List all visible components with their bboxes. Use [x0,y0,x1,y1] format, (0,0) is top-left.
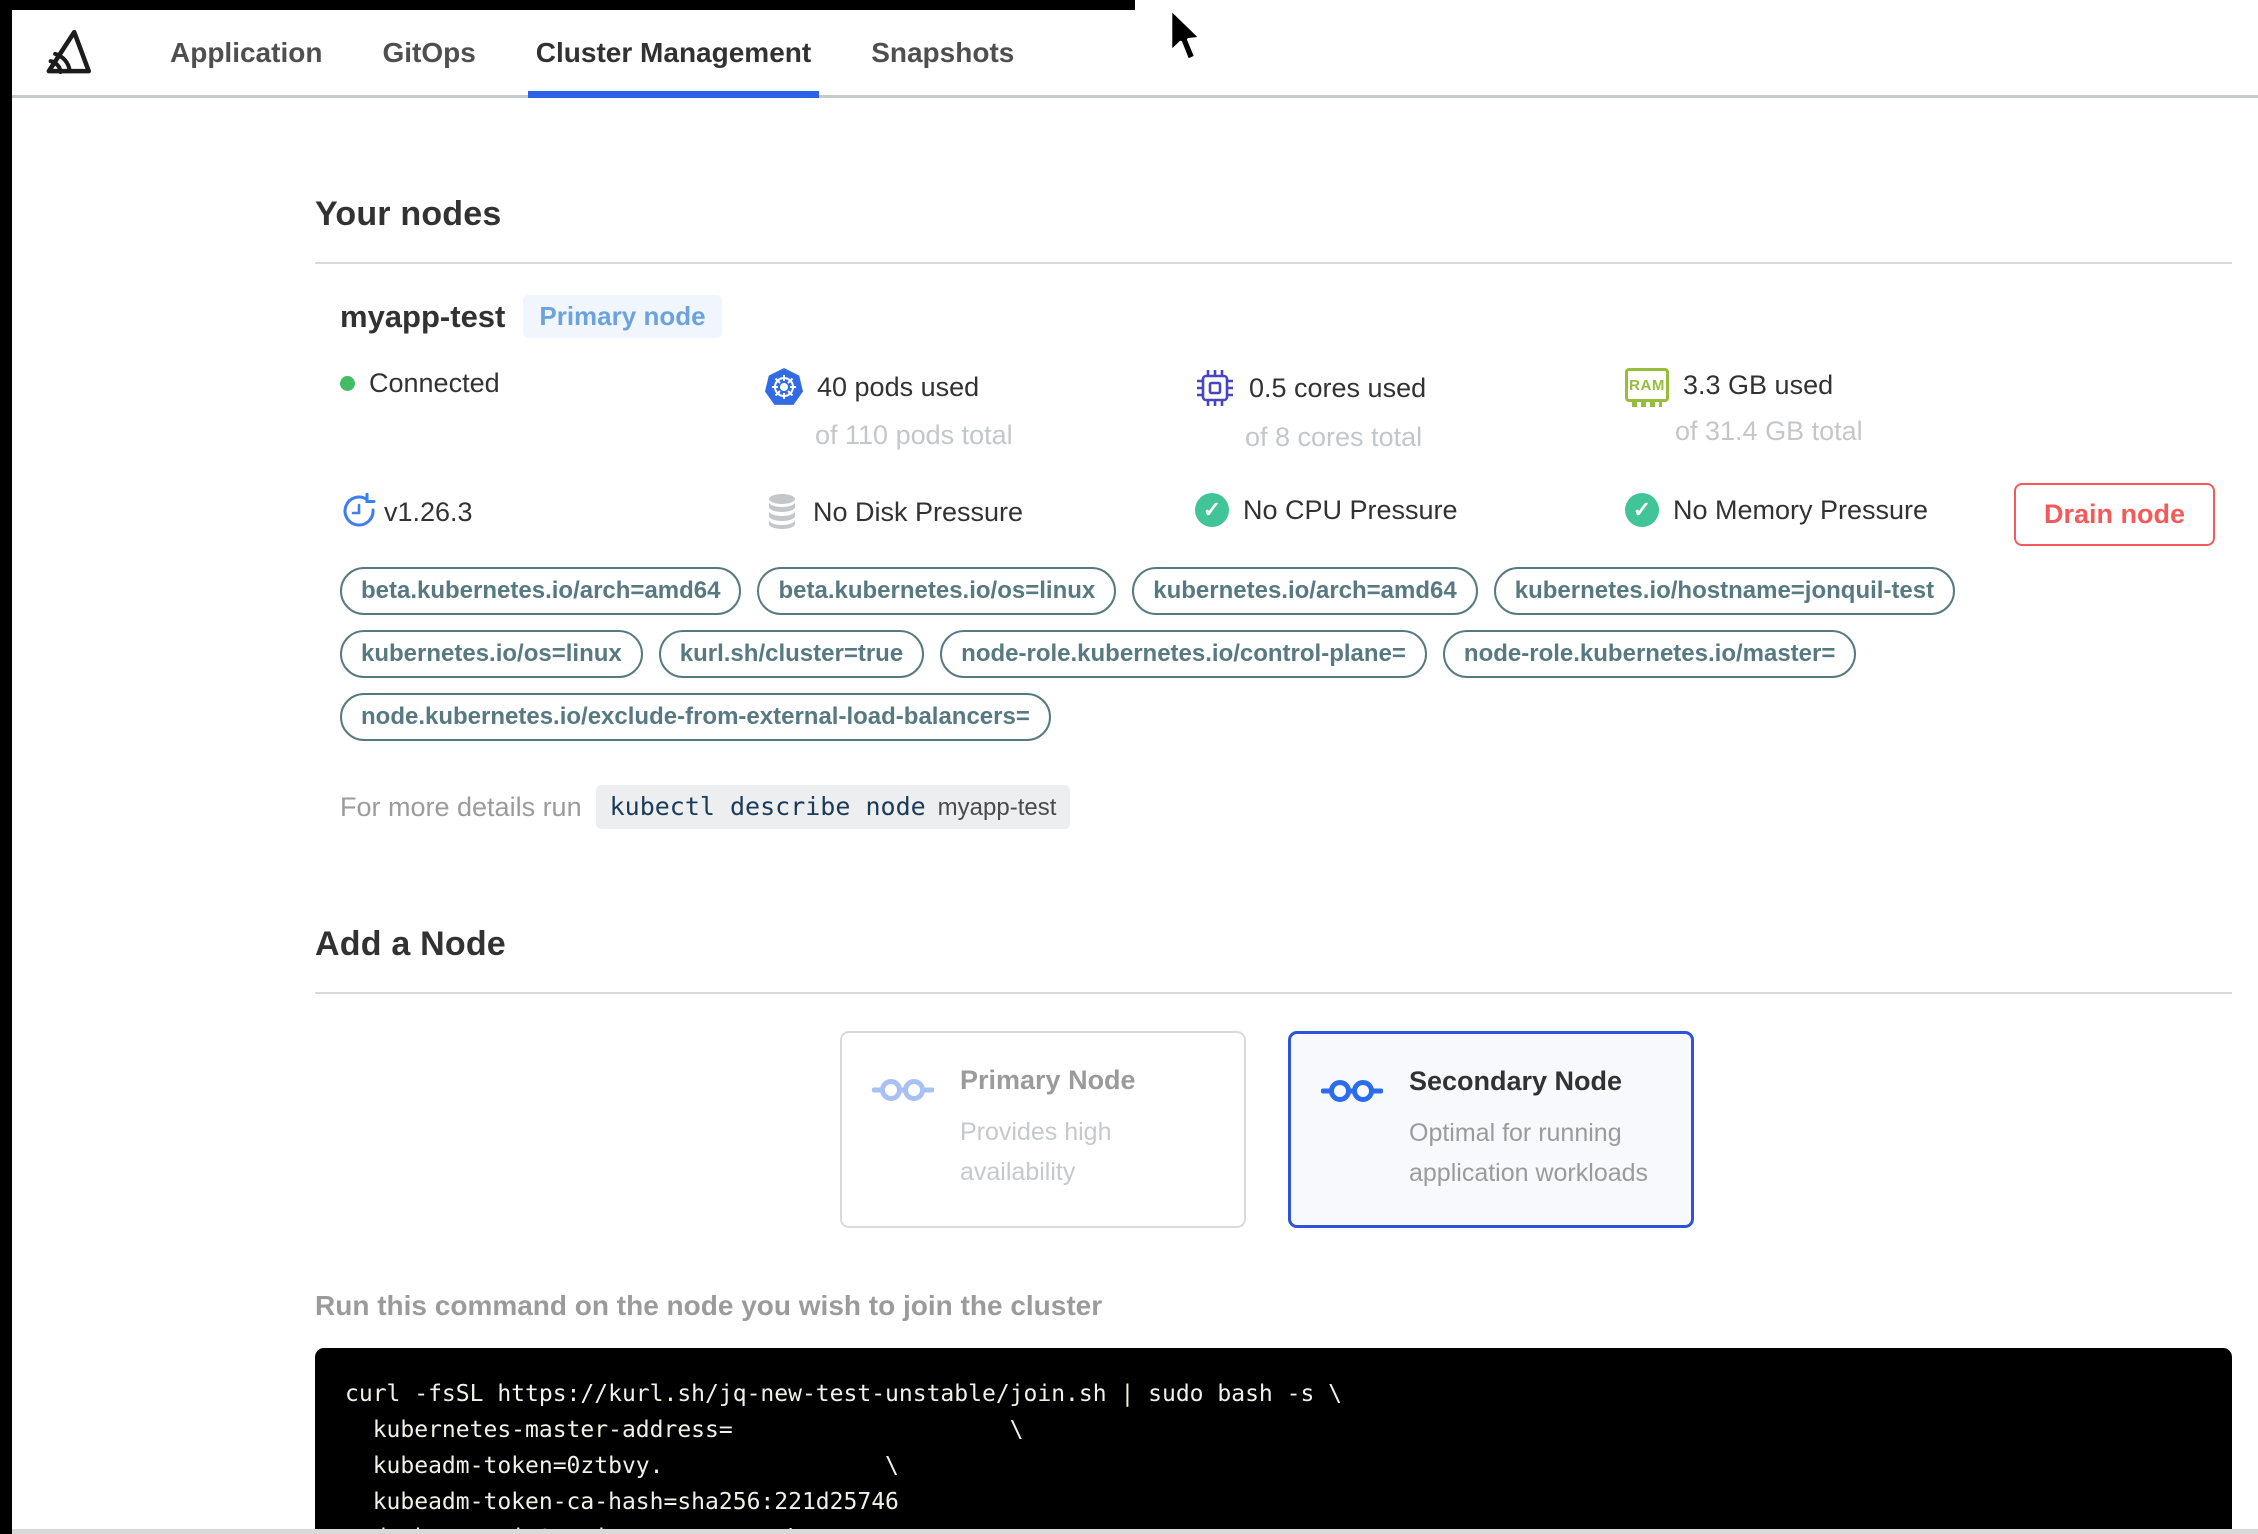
node-header: myapp-test Primary node [340,295,2232,338]
linked-nodes-icon [872,1079,934,1101]
node-status: Connected [340,368,765,399]
primary-option-description: Provides high availability [960,1118,1112,1186]
disk-pressure-stat: No Disk Pressure [765,493,1195,531]
kubernetes-icon [765,368,803,405]
node-status-label: Connected [369,368,500,398]
kubectl-node-name: myapp-test [937,794,1057,821]
node-stats-grid: Connected 40 pods used of 110 pods total [340,368,2232,531]
section-divider [315,992,2232,994]
window-edge-bottom [12,1529,2258,1534]
node-label-pill: beta.kubernetes.io/arch=amd64 [340,567,742,615]
disk-pressure-label: No Disk Pressure [813,496,1024,527]
main-content: Your nodes myapp-test Primary node Conne… [315,195,2232,1534]
node-label-pill: node-role.kubernetes.io/master= [1442,630,1857,678]
memory-used-label: 3.3 GB used [1683,369,1834,400]
cpu-icon [1197,370,1233,406]
linked-nodes-icon [1321,1080,1383,1102]
kubectl-command-chip: kubectl describe node myapp-test [595,785,1071,829]
version-update-icon [343,493,376,527]
secondary-node-option[interactable]: Secondary Node Optimal for running appli… [1288,1031,1694,1228]
add-node-title: Add a Node [315,925,506,963]
join-command-instruction: Run this command on the node you wish to… [315,1290,1103,1321]
tab-snapshots[interactable]: Snapshots [841,10,1044,95]
primary-node-badge: Primary node [523,295,722,338]
node-label-pill: kubernetes.io/os=linux [340,630,643,678]
node-type-options: Primary Node Provides high availability … [315,1031,2232,1228]
node-details-hint: For more details run kubectl describe no… [340,785,2232,829]
ram-icon: RAM [1625,368,1669,407]
node-label-pill: beta.kubernetes.io/os=linux [757,567,1117,615]
code-line: kubernetes-master-address= \ [345,1417,1024,1443]
window-edge-left [0,0,12,1534]
memory-stat: RAM 3.3 GB used of 31.4 GB total [1625,368,2232,447]
pods-stat: 40 pods used of 110 pods total [765,368,1195,451]
node-label-pill: node.kubernetes.io/exclude-from-external… [340,693,1051,741]
code-line: curl -fsSL https://kurl.sh/jq-new-test-u… [345,1381,1342,1407]
window-edge-top [0,0,1135,10]
cpu-pressure-label: No CPU Pressure [1243,494,1458,525]
pods-used-label: 40 pods used [817,371,980,402]
code-line: kubeadm-token-ca-hash=sha256:221d25746 [345,1489,899,1515]
node-labels: beta.kubernetes.io/arch=amd64 beta.kuber… [340,567,2040,741]
details-prefix: For more details run [340,791,582,822]
node-card: myapp-test Primary node Connected 40 pod… [315,264,2232,829]
your-nodes-title: Your nodes [315,195,502,233]
tab-application[interactable]: Application [140,10,352,95]
cores-stat: 0.5 cores used of 8 cores total [1195,368,1625,453]
cores-used-label: 0.5 cores used [1249,372,1427,403]
tab-cluster-management[interactable]: Cluster Management [506,10,841,98]
connected-dot-icon [340,376,355,391]
top-nav: Application GitOps Cluster Management Sn… [0,10,2258,98]
node-label-pill: node-role.kubernetes.io/control-plane= [940,630,1427,678]
version-label: v1.26.3 [384,496,473,527]
memory-total-label: of 31.4 GB total [1675,416,1863,446]
node-label-pill: kubernetes.io/hostname=jonquil-test [1493,567,1956,615]
node-label-pill: kubernetes.io/arch=amd64 [1132,567,1478,615]
check-circle-icon: ✓ [1625,493,1659,527]
node-name: myapp-test [340,298,506,334]
version-stat: v1.26.3 [340,493,765,531]
memory-pressure-label: No Memory Pressure [1673,494,1929,525]
primary-option-title: Primary Node [960,1065,1136,1095]
tab-gitops[interactable]: GitOps [352,10,505,95]
secondary-option-description: Optimal for running application workload… [1409,1119,1649,1187]
check-circle-icon: ✓ [1195,493,1229,527]
code-line: kubeadm-token=0ztbvy. \ [345,1453,899,1479]
drain-node-button[interactable]: Drain node [2013,483,2215,546]
replicated-logo-icon [46,29,92,74]
primary-node-option[interactable]: Primary Node Provides high availability [840,1031,1246,1228]
disk-icon [769,494,795,529]
kubectl-command: kubectl describe node [609,792,926,821]
join-command-codeblock: curl -fsSL https://kurl.sh/jq-new-test-u… [315,1348,2232,1534]
cores-total-label: of 8 cores total [1245,422,1423,452]
secondary-option-title: Secondary Node [1409,1066,1623,1096]
nav-tabs: Application GitOps Cluster Management Sn… [140,10,1044,98]
cpu-pressure-stat: ✓ No CPU Pressure [1195,493,1625,527]
node-label-pill: kurl.sh/cluster=true [658,630,925,678]
pods-total-label: of 110 pods total [815,420,1013,450]
